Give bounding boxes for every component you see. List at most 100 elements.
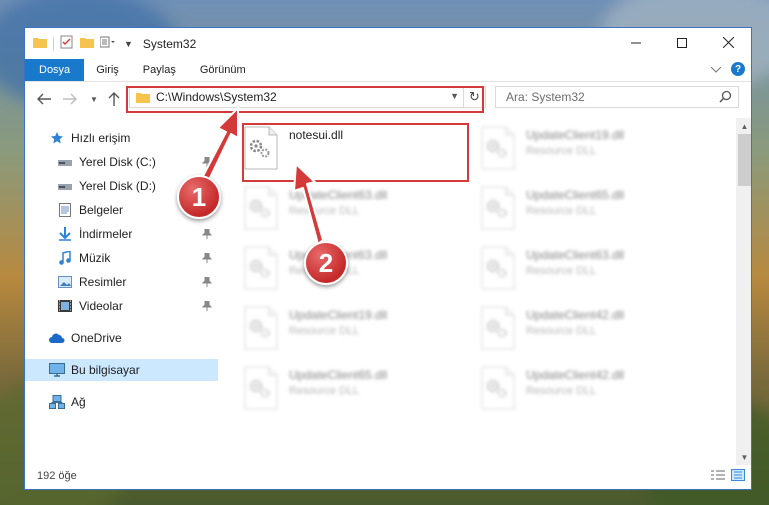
forward-button[interactable] [59, 88, 81, 110]
file-name: UpdateClient63.dll [289, 188, 388, 202]
search-input[interactable]: Ara: System32 [506, 90, 585, 104]
sidebar-item-downloads[interactable]: İndirmeler [25, 223, 218, 245]
ribbon-controls: ? [710, 62, 745, 76]
file-name: UpdateClient19.dll [289, 308, 388, 322]
cloud-icon [49, 330, 65, 346]
tab-share[interactable]: Paylaş [131, 59, 188, 81]
file-type: Resource DLL [526, 325, 597, 337]
file-item[interactable]: UpdateClient65.dll Resource DLL [243, 366, 443, 416]
sidebar-item-pictures[interactable]: Resimler [25, 271, 218, 293]
dll-file-icon [243, 246, 283, 292]
sidebar-item-label: Yerel Disk (C:) [79, 155, 156, 169]
sidebar-item-quick-access[interactable]: Hızlı erişim [25, 127, 218, 149]
sidebar-item-label: Videolar [79, 299, 123, 313]
help-icon[interactable]: ? [731, 62, 745, 76]
window-controls [613, 28, 751, 57]
file-highlight-box [242, 123, 469, 182]
callout-badge-2: 2 [304, 241, 348, 285]
quick-access-toolbar: ▼ [25, 35, 133, 52]
dll-file-icon [480, 306, 520, 352]
dll-file-icon [243, 306, 283, 352]
tab-file[interactable]: Dosya [25, 59, 85, 81]
sidebar-item-label: OneDrive [71, 331, 122, 345]
sidebar-item-network[interactable]: Ağ [25, 391, 218, 413]
star-icon [49, 130, 65, 146]
sidebar-item-music[interactable]: Müzik [25, 247, 218, 269]
file-type: Resource DLL [526, 385, 597, 397]
sidebar-item-label: İndirmeler [79, 227, 133, 241]
recent-locations-icon[interactable]: ▼ [83, 88, 105, 110]
tab-home[interactable]: Giriş [84, 59, 131, 81]
title-bar: ▼ System32 [25, 28, 751, 59]
tab-view[interactable]: Görünüm [188, 59, 258, 81]
pin-icon[interactable] [201, 156, 213, 170]
file-type: Resource DLL [289, 385, 360, 397]
sidebar-item-local-disk-c[interactable]: Yerel Disk (C:) [25, 151, 218, 173]
close-button[interactable] [705, 28, 751, 57]
dll-file-icon [480, 246, 520, 292]
file-item[interactable]: UpdateClient42.dll Resource DLL [480, 366, 680, 416]
navigation-pane: Hızlı erişim Yerel Disk (C:) Yerel Disk … [25, 118, 218, 465]
file-type: Resource DLL [526, 265, 597, 277]
dll-file-icon [243, 186, 283, 232]
computer-icon [49, 362, 65, 378]
file-name: UpdateClient42.dll [526, 308, 625, 322]
file-item[interactable]: UpdateClient19.dll Resource DLL [480, 126, 680, 176]
file-item[interactable]: UpdateClient63.dll Resource DLL [480, 246, 680, 296]
customize-toolbar-icon[interactable]: ▼ [124, 39, 133, 49]
vertical-scrollbar[interactable]: ▲ ▼ [736, 118, 751, 465]
back-button[interactable] [33, 88, 55, 110]
pin-icon[interactable] [201, 252, 213, 266]
videos-icon [57, 298, 73, 314]
sidebar-item-label: Bu bilgisayar [71, 363, 140, 377]
file-type: Resource DLL [526, 205, 597, 217]
sidebar-item-this-pc[interactable]: Bu bilgisayar [25, 359, 218, 381]
folder-icon [33, 36, 47, 51]
sidebar-item-label: Yerel Disk (D:) [79, 179, 156, 193]
view-toggles [711, 469, 745, 484]
expand-ribbon-icon[interactable] [710, 62, 722, 76]
dll-file-icon [243, 366, 283, 412]
file-name: UpdateClient65.dll [526, 188, 625, 202]
sidebar-item-videos[interactable]: Videolar [25, 295, 218, 317]
scroll-thumb[interactable] [738, 134, 751, 186]
pictures-icon [57, 274, 73, 290]
file-item[interactable]: UpdateClient63.dll Resource DLL [243, 186, 443, 236]
network-icon [49, 394, 65, 410]
dll-file-icon [480, 366, 520, 412]
sidebar-item-onedrive[interactable]: OneDrive [25, 327, 218, 349]
dll-file-icon [480, 126, 520, 172]
window-title: System32 [142, 36, 197, 51]
pin-icon[interactable] [201, 300, 213, 314]
maximize-button[interactable] [659, 28, 705, 57]
tiles-view-icon[interactable] [731, 469, 745, 484]
sidebar-item-label: Müzik [79, 251, 111, 265]
file-type: Resource DLL [289, 205, 360, 217]
file-item[interactable]: UpdateClient65.dll Resource DLL [480, 186, 680, 236]
file-name: UpdateClient19.dll [526, 128, 625, 142]
sidebar-item-label: Hızlı erişim [71, 131, 131, 145]
item-count: 192 öğe [37, 470, 77, 482]
minimize-button[interactable] [613, 28, 659, 57]
new-folder-icon[interactable] [80, 36, 94, 51]
details-view-icon[interactable] [711, 469, 725, 484]
file-type: Resource DLL [289, 325, 360, 337]
file-type: Resource DLL [526, 145, 597, 157]
address-highlight-box [126, 86, 484, 113]
file-item[interactable]: UpdateClient42.dll Resource DLL [480, 306, 680, 356]
file-item[interactable]: UpdateClient19.dll Resource DLL [243, 306, 443, 356]
search-icon[interactable] [719, 90, 732, 106]
view-options-icon[interactable] [99, 36, 118, 51]
properties-icon[interactable] [60, 35, 74, 52]
music-icon [57, 250, 73, 266]
file-name: UpdateClient63.dll [526, 248, 625, 262]
pin-icon[interactable] [201, 276, 213, 290]
sidebar-item-label: Resimler [79, 275, 127, 289]
pin-icon[interactable] [201, 228, 213, 242]
ribbon-tabs: Dosya Giriş Paylaş Görünüm ? [25, 59, 751, 82]
search-box[interactable]: Ara: System32 [495, 86, 739, 108]
scroll-up-icon[interactable]: ▲ [736, 118, 751, 134]
up-button[interactable] [103, 88, 125, 110]
dll-file-icon [480, 186, 520, 232]
toolbar-divider [53, 36, 54, 51]
